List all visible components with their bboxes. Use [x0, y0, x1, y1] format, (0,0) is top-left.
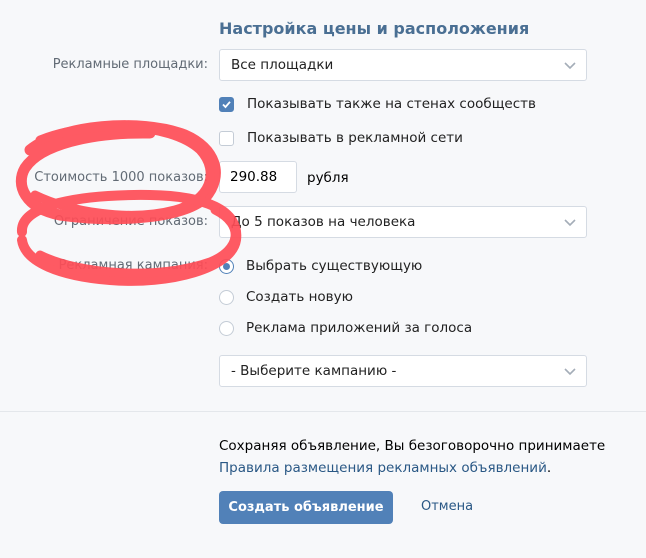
checkbox-ad-network[interactable]: Показывать в рекламной сети [219, 128, 463, 148]
campaign-label: Рекламная кампания: [58, 258, 208, 273]
radio-existing-campaign[interactable]: Выбрать существующую [219, 256, 422, 276]
checkbox-checked-icon[interactable] [219, 96, 234, 112]
terms-line: Правила размещения рекламных объявлений. [219, 460, 551, 476]
radio-existing-label: Выбрать существующую [246, 258, 423, 274]
radio-unselected-icon[interactable] [219, 289, 234, 305]
cost-label: Стоимость 1000 показов: [34, 170, 208, 185]
radio-selected-icon[interactable] [219, 258, 234, 274]
checkbox-unchecked-icon[interactable] [219, 130, 234, 146]
chevron-down-icon [564, 368, 576, 376]
section-title: Настройка цены и расположения [219, 19, 530, 38]
radio-unselected-icon[interactable] [219, 320, 234, 336]
radio-apps-label: Реклама приложений за голоса [246, 320, 473, 336]
chevron-down-icon [564, 219, 576, 227]
limit-label: Ограничение показов: [53, 214, 208, 229]
cost-input[interactable]: 290.88 [219, 161, 297, 193]
platforms-select[interactable]: Все площадки [219, 49, 587, 81]
chevron-down-icon [564, 62, 576, 70]
cost-input-value: 290.88 [230, 169, 278, 185]
campaign-select-value: - Выберите кампанию - [231, 363, 397, 379]
terms-note: Сохраняя объявление, Вы безоговорочно пр… [219, 438, 606, 454]
limit-select[interactable]: До 5 показов на человека [219, 206, 587, 238]
radio-new-campaign[interactable]: Создать новую [219, 287, 353, 307]
checkbox-walls[interactable]: Показывать также на стенах сообществ [219, 94, 536, 114]
platforms-label: Рекламные площадки: [52, 57, 208, 72]
create-ad-button[interactable]: Создать объявление [219, 491, 393, 524]
section-divider [0, 411, 646, 412]
limit-select-value: До 5 показов на человека [231, 214, 416, 230]
cancel-link[interactable]: Отмена [421, 499, 473, 514]
radio-apps-campaign[interactable]: Реклама приложений за голоса [219, 318, 472, 338]
campaign-select[interactable]: - Выберите кампанию - [219, 355, 587, 387]
radio-new-label: Создать новую [246, 289, 353, 305]
platforms-select-value: Все площадки [231, 57, 334, 73]
checkbox-walls-label: Показывать также на стенах сообществ [247, 96, 536, 112]
rules-link-suffix: . [546, 460, 552, 476]
rules-link[interactable]: Правила размещения рекламных объявлений [219, 460, 547, 476]
cost-unit: рубля [307, 170, 349, 186]
checkbox-ad-network-label: Показывать в рекламной сети [247, 130, 463, 146]
